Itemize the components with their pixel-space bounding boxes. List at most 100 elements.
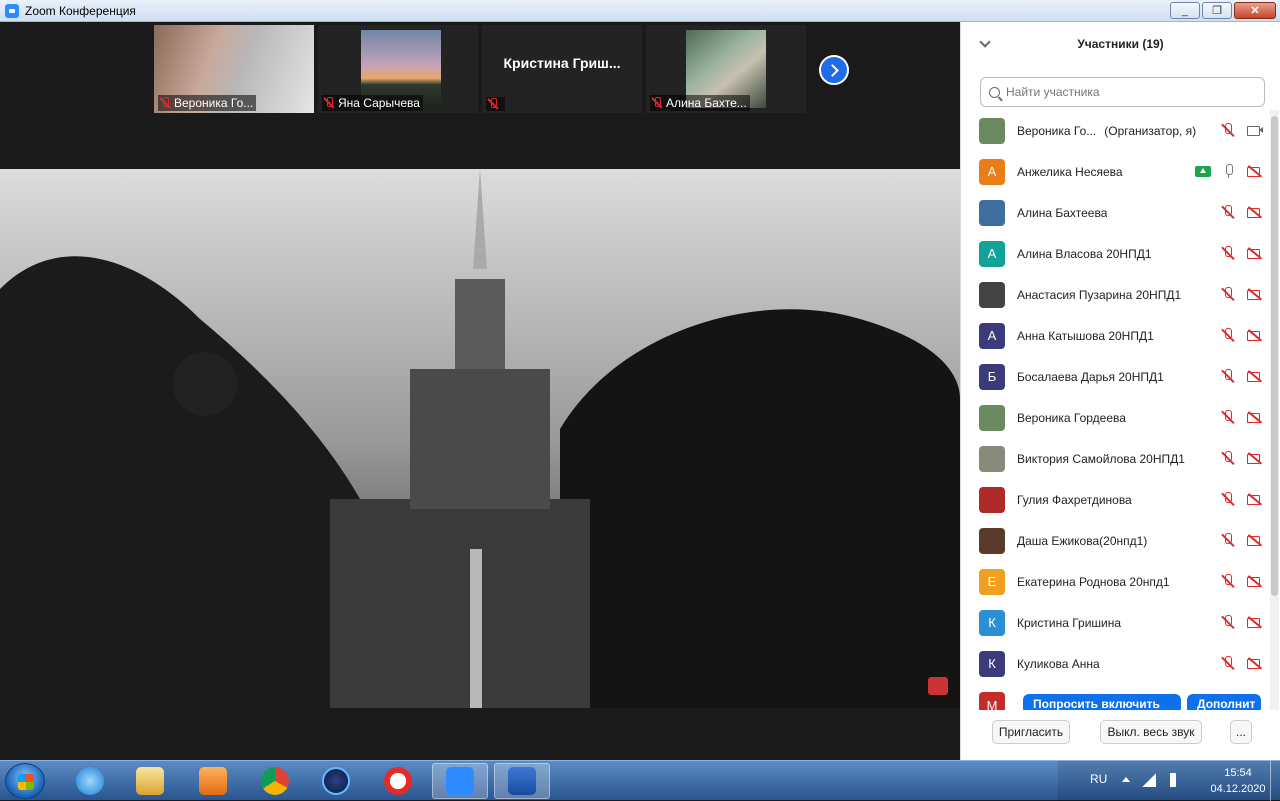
word-taskbar-button[interactable]	[494, 763, 550, 799]
minimize-button[interactable]: _	[1170, 2, 1200, 19]
mic-muted-icon	[1221, 574, 1235, 588]
thumbnail-label: Алина Бахте...	[650, 95, 750, 111]
participant-status-icons	[1221, 205, 1263, 219]
participant-name: Анастасия Пузарина 20НПД1	[1017, 287, 1182, 302]
camera-off-icon	[1247, 493, 1263, 505]
network-signal-icon[interactable]	[1142, 773, 1156, 787]
mute-all-button[interactable]: Выкл. весь звук	[1100, 720, 1202, 744]
participant-status-icons	[1221, 410, 1263, 424]
word-icon	[508, 767, 536, 795]
mic-muted-icon	[1221, 205, 1235, 219]
video-thumbnail[interactable]: Вероника Го...	[154, 25, 314, 113]
participant-status-icons	[1221, 574, 1263, 588]
participant-row[interactable]: А Алина Власова 20НПД1	[961, 233, 1271, 274]
language-indicator[interactable]: RU	[1090, 772, 1107, 786]
avatar	[979, 527, 1005, 554]
mic-muted-icon	[1221, 656, 1235, 670]
thumbnail-name: Вероника Го...	[174, 96, 254, 110]
avatar: А	[979, 158, 1005, 185]
participant-row[interactable]: А Анна Катышова 20НПД1	[961, 315, 1271, 356]
next-page-button[interactable]	[819, 55, 849, 85]
invite-button[interactable]: Пригласить	[992, 720, 1070, 744]
thumbnail-label: Яна Сарычева	[322, 95, 423, 111]
camera-off-icon	[1247, 616, 1263, 628]
participant-row[interactable]: Б Босалаева Дарья 20НПД1	[961, 356, 1271, 397]
participant-row[interactable]: Вероника Го... (Организатор, я)	[961, 110, 1271, 151]
participant-row[interactable]: К Кристина Гришина	[961, 602, 1271, 643]
participant-row[interactable]: Е Екатерина Роднова 20нпд1	[961, 561, 1271, 602]
clock-time[interactable]: 15:54	[1208, 767, 1268, 779]
volume-icon[interactable]	[1170, 773, 1178, 787]
camera-off-icon	[1247, 657, 1263, 669]
screen-share-icon	[1195, 165, 1211, 177]
media-player-taskbar-button[interactable]	[185, 763, 241, 799]
participant-row[interactable]: Анастасия Пузарина 20НПД1	[961, 274, 1271, 315]
panel-footer: Пригласить Выкл. весь звук ...	[961, 720, 1280, 748]
mic-muted-icon	[1221, 410, 1235, 424]
more-options-button[interactable]: Дополнит	[1187, 694, 1261, 710]
collapse-chevron-icon[interactable]	[979, 36, 991, 48]
participant-row[interactable]: Даша Ежикова(20нпд1)	[961, 520, 1271, 561]
camera-off-icon	[1247, 206, 1263, 218]
video-thumbnail[interactable]: Яна Сарычева	[318, 25, 478, 113]
participant-status-icons	[1221, 615, 1263, 629]
participant-row[interactable]: Алина Бахтеева	[961, 192, 1271, 233]
avatar: А	[979, 322, 1005, 349]
maximize-button[interactable]: ❐	[1202, 2, 1232, 19]
participant-status-icons	[1221, 656, 1263, 670]
clock-date[interactable]: 04.12.2020	[1203, 783, 1273, 795]
participant-row-partial[interactable]: М Попросить включить Дополнит	[961, 688, 1271, 710]
chrome-taskbar-button[interactable]	[247, 763, 303, 799]
participant-list-scrollbar[interactable]	[1270, 110, 1279, 710]
participant-status-icons	[1221, 246, 1263, 260]
panel-header: Участники (19)	[961, 22, 1280, 66]
more-button[interactable]: ...	[1230, 720, 1252, 744]
ask-unmute-button[interactable]: Попросить включить	[1023, 694, 1181, 710]
participant-name: Екатерина Роднова 20нпд1	[1017, 574, 1170, 589]
window-titlebar: Zoom Конференция _ ❐ ✕	[0, 0, 1280, 22]
close-button[interactable]: ✕	[1234, 2, 1276, 19]
participant-name: Анжелика Несяева	[1017, 164, 1123, 179]
camera-off-icon	[1247, 452, 1263, 464]
participant-name: Гулия Фахретдинова	[1017, 492, 1132, 507]
video-thumbnail[interactable]: Алина Бахте...	[646, 25, 806, 113]
participant-status-icons	[1221, 533, 1263, 547]
participant-role: (Организатор, я)	[1104, 123, 1197, 138]
participant-row[interactable]: Вероника Гордеева	[961, 397, 1271, 438]
camera-off-icon	[1247, 575, 1263, 587]
video-thumbnail[interactable]: Кристина Гриш...	[482, 25, 642, 113]
avatar: А	[979, 240, 1005, 267]
mic-muted-icon	[1221, 533, 1235, 547]
participant-row[interactable]: А Анжелика Несяева	[961, 151, 1271, 192]
ie-taskbar-button[interactable]	[62, 763, 118, 799]
camera-off-icon	[1247, 288, 1263, 300]
participant-status-icons	[1221, 123, 1263, 137]
mic-muted-icon	[1221, 123, 1235, 137]
start-button[interactable]	[5, 763, 45, 799]
camera-off-icon	[1247, 411, 1263, 423]
camera-off-icon	[1247, 370, 1263, 382]
mic-muted-icon	[1221, 287, 1235, 301]
avatar: К	[979, 609, 1005, 636]
avatar	[979, 404, 1005, 431]
show-hidden-icons-icon[interactable]	[1122, 777, 1130, 782]
participant-search[interactable]	[980, 77, 1265, 107]
search-input[interactable]	[1006, 85, 1246, 99]
ccleaner-taskbar-button[interactable]	[308, 763, 364, 799]
participant-name: Алина Власова 20НПД1	[1017, 246, 1152, 261]
show-desktop-button[interactable]	[1270, 761, 1280, 801]
participant-name: Виктория Самойлова 20НПД1	[1017, 451, 1185, 466]
zoom-taskbar-button[interactable]	[432, 763, 488, 799]
avatar	[979, 445, 1005, 472]
participant-row[interactable]: К Куликова Анна	[961, 643, 1271, 684]
yandex-icon	[384, 767, 412, 795]
camera-off-icon	[1247, 534, 1263, 546]
explorer-taskbar-button[interactable]	[122, 763, 178, 799]
yandex-taskbar-button[interactable]	[370, 763, 426, 799]
participant-row[interactable]: Виктория Самойлова 20НПД1	[961, 438, 1271, 479]
scrollbar-thumb[interactable]	[1271, 116, 1278, 596]
thumbnail-strip: Вероника Го... Яна Сарычева Кристина Гри…	[154, 25, 806, 113]
participant-name: Алина Бахтеева	[1017, 205, 1108, 220]
participant-row[interactable]: Гулия Фахретдинова	[961, 479, 1271, 520]
mic-muted-icon	[1221, 328, 1235, 342]
